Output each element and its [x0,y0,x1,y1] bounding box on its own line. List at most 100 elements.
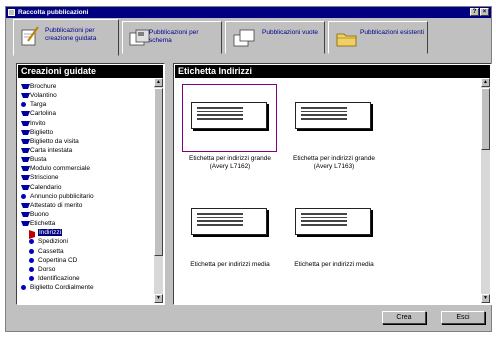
tab-blank-label: Pubblicazioni vuote [262,29,319,36]
app-icon [8,9,15,16]
design-caption-code: (Avery L7163) [313,163,355,170]
design-card[interactable] [286,84,381,152]
wizard-item-biglietto-cordialmente[interactable]: Biglietto Cordialmente [21,283,154,292]
wizard-item-cartolina[interactable]: Cartolina [21,109,154,118]
blueprint-icon [129,29,150,46]
design-caption-name: Etichetta per indirizzi grande [188,155,271,162]
tab-schema-label: Pubblicazioni per schema [149,29,199,44]
folder-icon [336,33,357,47]
bullet-dot-icon [29,248,34,254]
wizard-item-carta-intestata[interactable]: Carta intestata [21,146,154,155]
wizard-item-label: Indirizzi [38,229,63,237]
category-tabs: Pubblicazioni per creazione guidata Pubb… [9,19,488,56]
wizard-item-identificazione[interactable]: Identificazione [21,274,154,283]
wizard-item-striscione[interactable]: Striscione [21,173,154,182]
tab-existing-label: Pubblicazioni esistenti [360,29,424,36]
wizard-item-spedizioni[interactable]: Spedizioni [21,237,154,246]
wizard-list-pane: Creazioni guidate Brochure Volantino Targa… [16,63,165,305]
bullet-dot-icon [29,275,34,281]
design-card[interactable] [182,84,277,152]
wizard-item-label: Biglietto [30,128,54,136]
wizard-item-indirizzi[interactable]: Indirizzi [21,228,154,240]
designs-scroll-up-button[interactable]: ▲ [481,78,490,87]
wizard-item-label: Identificazione [38,274,80,282]
wizard-pencil-icon [21,26,39,46]
wizard-item-label: Attestato di merito [30,201,83,209]
wizard-item-label: Biglietto da visita [30,137,79,145]
tab-blank[interactable]: Pubblicazioni vuote [225,21,325,54]
wizard-item-targa[interactable]: Targa [21,100,154,109]
wizard-item-etichetta[interactable]: Etichetta [21,219,154,228]
wizard-item-label: Etichetta [30,220,56,228]
wizard-item-copertina-cd[interactable]: Copertina CD [21,256,154,265]
bullet-dot-icon [29,257,34,263]
wizard-item-invito[interactable]: Invito [21,119,154,128]
designs-pane: Etichetta Indirizzi Etichetta per indiri… [173,63,492,305]
design-caption-name: Etichetta per indirizzi media [190,261,270,268]
blank-page-icon [233,29,255,47]
create-button[interactable]: Crea [382,311,426,324]
designs-scroll-thumb[interactable] [481,88,490,150]
wizard-item-biglietto-da-visita[interactable]: Biglietto da visita [21,137,154,146]
wizard-item-modulo-commerciale[interactable]: Modulo commerciale [21,164,154,173]
tab-wizard[interactable]: Pubblicazioni per creazione guidata [13,19,119,56]
wizard-item-label: Biglietto Cordialmente [30,284,94,292]
wizard-item-label: Dorso [38,265,56,273]
wizard-item-label: Carta intestata [30,146,73,154]
wizard-item-label: Striscione [30,174,59,182]
label-preview [295,102,371,129]
wizard-item-buono[interactable]: Buono [21,210,154,219]
window-title: Raccolta pubblicazioni [18,9,89,16]
wizard-item-busta[interactable]: Busta [21,155,154,164]
bullet-dot-icon [21,193,26,199]
label-preview [295,208,371,235]
bullet-dot-icon [21,285,26,291]
wizard-item-cassetta[interactable]: Cassetta [21,247,154,256]
wizard-item-label: Modulo commerciale [30,165,90,173]
designs-scrollbar[interactable]: ▲ ▼ [481,78,490,303]
bullet-dot-icon [21,102,26,108]
scroll-down-button[interactable]: ▼ [154,294,163,303]
help-button[interactable]: ? [470,8,479,16]
wizard-item-biglietto[interactable]: Biglietto [21,128,154,137]
wizard-item-label: Buono [30,210,49,218]
designs-scroll-down-button[interactable]: ▼ [481,294,490,303]
wizard-item-volantino[interactable]: Volantino [21,91,154,100]
design-caption-code: (Avery L7162) [209,163,251,170]
design-caption: Etichetta per indirizzi media [170,261,290,269]
label-preview [191,102,267,129]
wizard-item-annuncio-pubblicitario[interactable]: Annuncio pubblicitario [21,192,154,201]
wizard-item-label: Annuncio pubblicitario [30,192,94,200]
wizard-item-attestato-di-merito[interactable]: Attestato di merito [21,201,154,210]
design-card[interactable] [182,190,277,258]
wizard-item-label: Volantino [30,92,57,100]
wizard-item-label: Busta [30,156,47,164]
wizard-item-label: Cassetta [38,247,64,255]
wizard-item-label: Brochure [30,83,57,90]
tab-wizard-label: Pubblicazioni per creazione guidata [45,27,97,42]
label-preview [191,208,267,235]
wizard-item-calendario[interactable]: Calendario [21,183,154,192]
scroll-thumb[interactable] [154,88,163,256]
title-bar[interactable]: Raccolta pubblicazioni ? × [6,7,491,18]
design-card[interactable] [286,190,381,258]
design-caption: Etichetta per indirizzi grande (Avery L71… [170,155,290,171]
scroll-up-button[interactable]: ▲ [154,78,163,87]
exit-button[interactable]: Esci [441,311,485,324]
wizard-list-scrollbar[interactable]: ▲ ▼ [154,78,163,303]
wizard-item-label: Targa [30,101,47,109]
design-caption: Etichetta per indirizzi media [274,261,394,269]
wizard-item-label: Calendario [30,183,62,191]
designs-title: Etichetta Indirizzi [175,65,490,78]
wizard-list: Brochure Volantino Targa Cartolina Invito Big… [21,82,154,292]
wizard-item-label: Invito [30,119,46,127]
main-panel: Creazioni guidate Brochure Volantino Targa… [16,63,492,324]
close-button[interactable]: × [480,8,489,16]
wizard-item-brochure[interactable]: Brochure [21,82,154,91]
tab-schema[interactable]: Pubblicazioni per schema [122,21,222,54]
wizard-item-label: Cartolina [30,110,57,118]
wizard-item-label: Copertina CD [38,256,78,264]
wizard-item-dorso[interactable]: Dorso [21,265,154,274]
tab-existing[interactable]: Pubblicazioni esistenti [328,21,428,54]
bullet-dot-icon [29,239,34,245]
